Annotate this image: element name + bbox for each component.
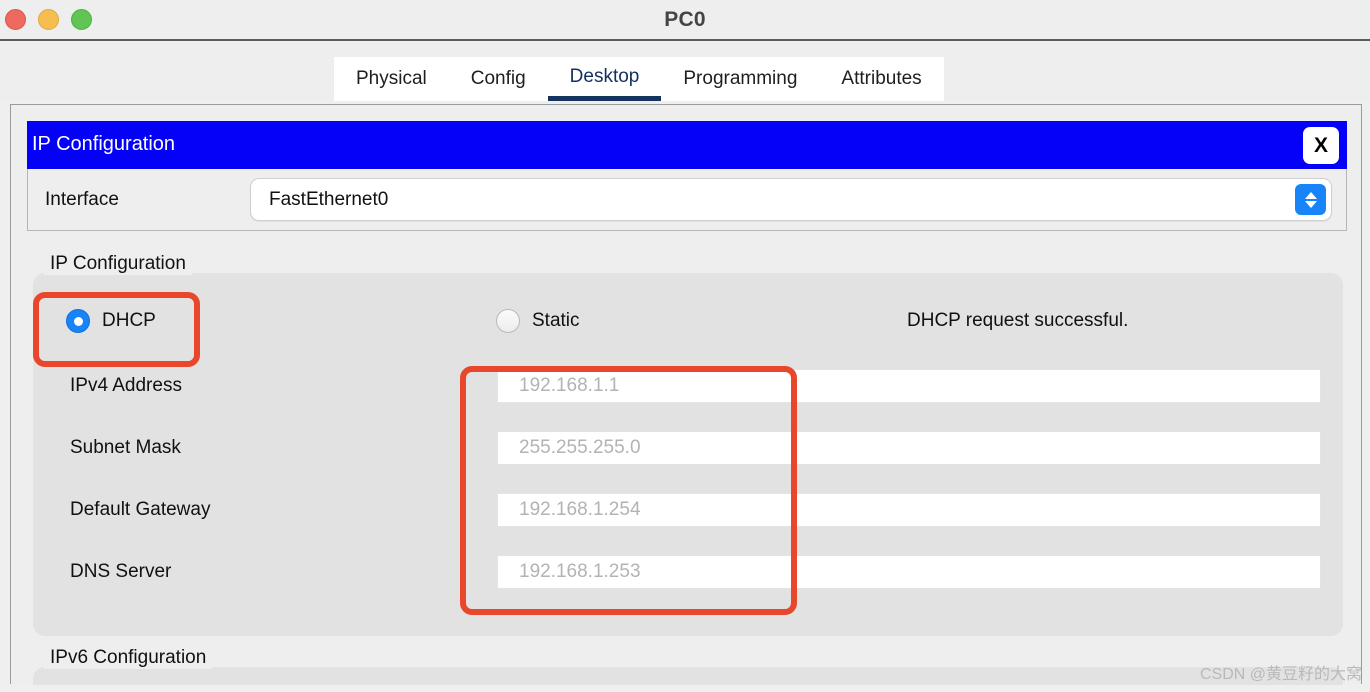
dns-server-label: DNS Server [70,561,172,582]
tab-config[interactable]: Config [448,57,548,101]
subnet-mask-value: 255.255.255.0 [519,437,641,458]
subnet-mask-label: Subnet Mask [70,437,181,458]
watermark: CSDN @黄豆籽的大窝 [1199,666,1362,683]
field-row-default-gateway: Default Gateway 192.168.1.254 [33,493,1343,527]
interface-label: Interface [45,189,119,210]
tab-physical[interactable]: Physical [334,57,449,101]
window-title: PC0 [664,8,706,31]
ipv4-address-value: 192.168.1.1 [519,375,620,396]
ip-mode-radio-row: DHCP Static DHCP request successful. [33,287,1343,353]
radio-static-icon [496,309,520,333]
subnet-mask-input[interactable]: 255.255.255.0 [497,431,1321,465]
interface-selected-value: FastEthernet0 [269,189,389,210]
dhcp-status-message: DHCP request successful. [907,310,1129,331]
close-icon[interactable]: X [1303,127,1339,164]
default-gateway-input[interactable]: 192.168.1.254 [497,493,1321,527]
radio-option-dhcp[interactable]: DHCP [66,299,156,343]
radio-dhcp-label: DHCP [102,310,156,331]
dns-server-value: 192.168.1.253 [519,561,641,582]
window-titlebar: PC0 [0,0,1370,41]
chevron-down-icon [1304,200,1317,208]
ipv6-configuration-panel [33,667,1343,685]
tab-programming[interactable]: Programming [661,57,820,101]
ipv6-configuration-group-label: IPv6 Configuration [44,647,213,669]
ip-configuration-panel: DHCP Static DHCP request successful. IPv… [33,273,1343,636]
ip-configuration-group-label: IP Configuration [44,253,192,275]
ip-configuration-header-title: IP Configuration [32,133,176,155]
chevron-updown-icon[interactable] [1295,184,1326,215]
ipv4-address-input[interactable]: 192.168.1.1 [497,369,1321,403]
chevron-up-icon [1304,191,1317,199]
interface-select[interactable]: FastEthernet0 [250,178,1332,221]
tab-list: Physical Config Desktop Programming Attr… [334,57,944,101]
dns-server-input[interactable]: 192.168.1.253 [497,555,1321,589]
default-gateway-label: Default Gateway [70,499,211,520]
radio-static-label: Static [532,310,580,331]
field-row-ipv4-address: IPv4 Address 192.168.1.1 [33,369,1343,403]
interface-row: Interface FastEthernet0 [27,169,1347,231]
desktop-content-panel: IP Configuration X Interface FastEtherne… [10,104,1362,685]
tab-desktop[interactable]: Desktop [547,57,662,101]
default-gateway-value: 192.168.1.254 [519,499,641,520]
radio-option-static[interactable]: Static [496,299,580,343]
field-row-subnet-mask: Subnet Mask 255.255.255.0 [33,431,1343,465]
tab-strip: Physical Config Desktop Programming Attr… [0,43,1370,101]
ip-configuration-header: IP Configuration X [27,121,1347,169]
tab-attributes[interactable]: Attributes [819,57,944,101]
ipv4-address-label: IPv4 Address [70,375,182,396]
field-row-dns-server: DNS Server 192.168.1.253 [33,555,1343,589]
radio-dhcp-icon [66,309,90,333]
